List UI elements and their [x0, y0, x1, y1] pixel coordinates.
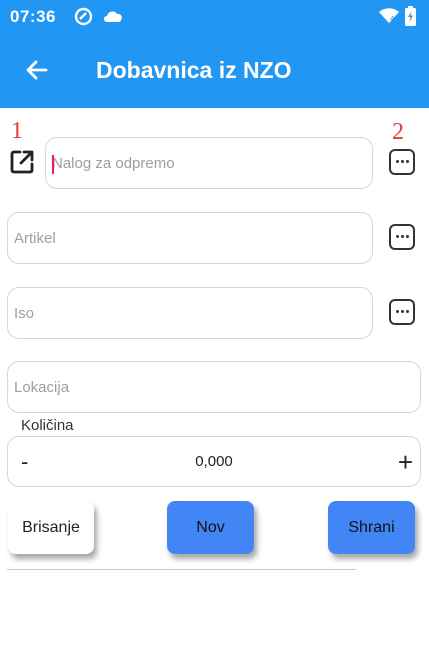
nalog-input[interactable]	[52, 138, 366, 188]
iso-input[interactable]	[14, 288, 366, 338]
quantity-value[interactable]: 0,000	[8, 453, 420, 470]
nalog-field[interactable]	[45, 137, 373, 189]
increment-button[interactable]: +	[398, 447, 413, 478]
do-not-disturb-icon	[74, 7, 93, 31]
quantity-stepper: - 0,000 +	[7, 436, 421, 487]
artikel-field[interactable]	[7, 212, 373, 264]
quantity-label: Količina	[21, 417, 74, 434]
artikel-more-button[interactable]	[389, 224, 415, 250]
nalog-more-button[interactable]	[389, 149, 415, 175]
status-time: 07:36	[10, 7, 56, 26]
annotation-label-1: 1	[11, 118, 23, 144]
arrow-left-icon	[26, 60, 48, 80]
status-bar: 07:36 4	[0, 0, 429, 33]
svg-text:4: 4	[390, 15, 395, 23]
delete-button[interactable]: Brisanje	[8, 501, 94, 554]
lokacija-field[interactable]	[7, 361, 421, 413]
divider	[7, 569, 356, 570]
annotation-label-2: 2	[392, 119, 404, 145]
new-button[interactable]: Nov	[167, 501, 254, 554]
iso-more-button[interactable]	[389, 299, 415, 325]
lokacija-input[interactable]	[14, 362, 414, 412]
cloud-icon	[102, 9, 124, 28]
back-button[interactable]	[20, 53, 54, 87]
wifi-icon: 4	[379, 8, 399, 29]
iso-field[interactable]	[7, 287, 373, 339]
text-caret	[52, 155, 54, 174]
save-button[interactable]: Shrani	[328, 501, 415, 554]
open-external-button[interactable]	[9, 149, 35, 175]
battery-charging-icon	[405, 6, 416, 31]
page-title: Dobavnica iz NZO	[96, 57, 292, 83]
artikel-input[interactable]	[14, 213, 366, 263]
open-in-new-icon	[10, 150, 34, 174]
app-bar: Dobavnica iz NZO	[0, 33, 429, 108]
